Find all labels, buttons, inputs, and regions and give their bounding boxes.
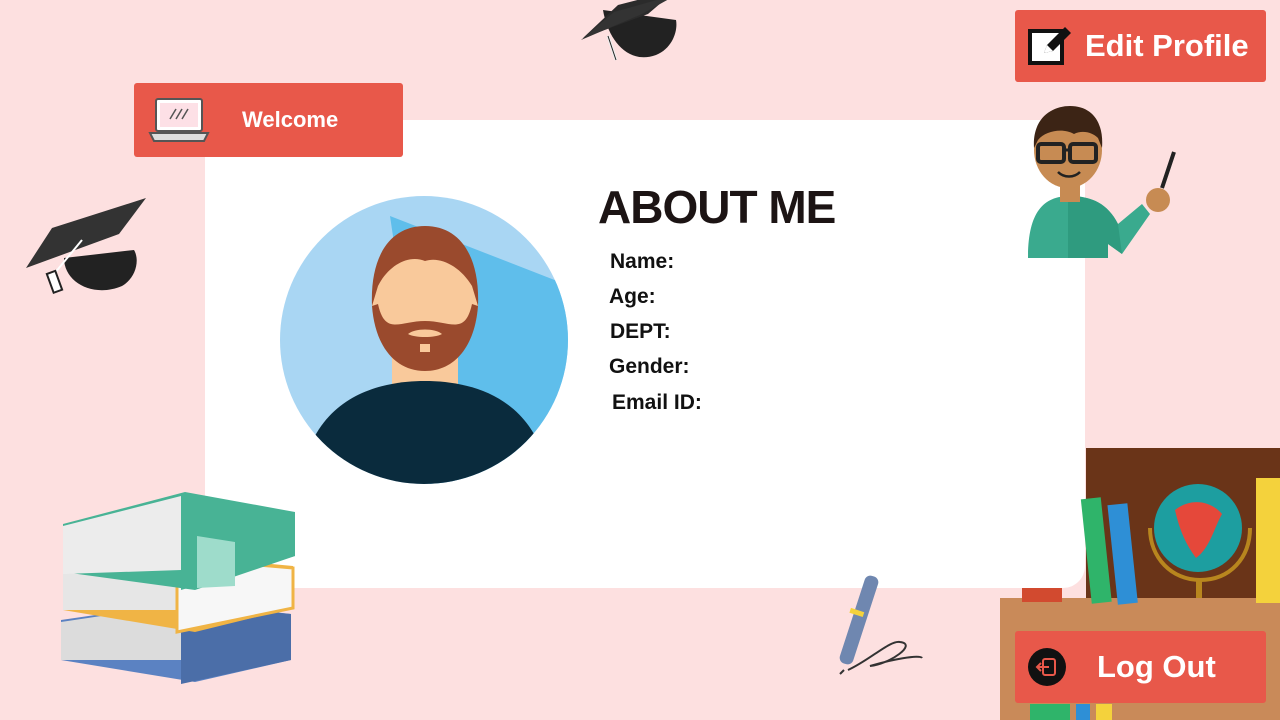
edit-profile-label: Edit Profile: [1085, 28, 1249, 63]
field-email-label: Email ID:: [612, 391, 702, 414]
edit-profile-button[interactable]: Edit Profile: [1015, 10, 1266, 82]
pen-icon: [839, 575, 923, 675]
page-title: ABOUT ME: [598, 181, 836, 233]
logout-button[interactable]: Log Out: [1015, 631, 1266, 703]
edit-icon: [1028, 27, 1071, 65]
welcome-label: Welcome: [242, 107, 339, 132]
graduation-cap-icon: [581, 0, 677, 61]
graduation-cap-icon: [26, 198, 146, 295]
field-name-label: Name:: [610, 250, 675, 273]
avatar: [280, 196, 568, 484]
teacher-illustration: [1028, 106, 1176, 258]
books-stack-illustration: [61, 492, 295, 684]
logout-label: Log Out: [1097, 649, 1216, 684]
welcome-button[interactable]: Welcome: [134, 83, 403, 157]
logout-icon: [1028, 648, 1066, 686]
laptop-icon: [148, 98, 210, 142]
field-dept-label: DEPT:: [610, 320, 671, 343]
field-gender-label: Gender:: [609, 355, 690, 378]
field-age-label: Age:: [609, 285, 656, 308]
